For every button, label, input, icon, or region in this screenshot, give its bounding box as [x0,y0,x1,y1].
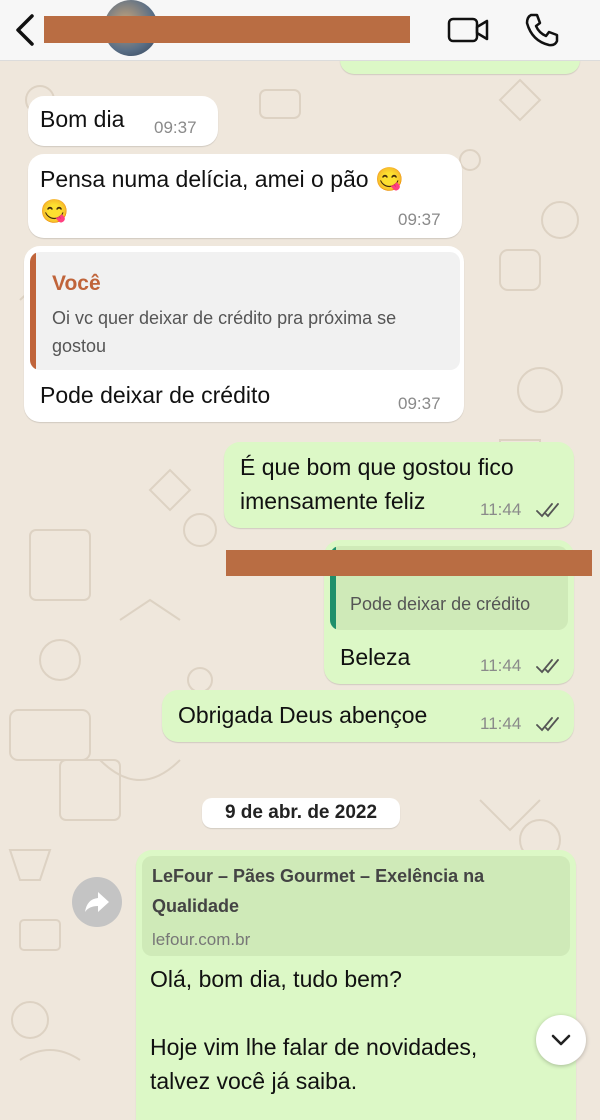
message-text: Pensa numa delícia, amei o pão 😋 [40,166,404,192]
message-time: 11:44 [480,656,522,675]
link-preview-title: Qualidade [152,896,240,916]
scroll-to-bottom-button[interactable] [536,1015,586,1065]
forward-arrow-icon [85,892,109,912]
forward-button[interactable] [72,877,122,927]
message-bubble-incoming-reply[interactable]: Você Oi vc quer deixar de crédito pra pr… [24,246,464,422]
message-time: 11:44 [480,714,522,733]
message-bubble-outgoing[interactable]: Obrigada Deus abençoe 11:44 [162,690,574,742]
message-bubble-outgoing[interactable]: É que bom que gostou fico imensamente fe… [224,442,574,528]
redacted-contact-name [44,16,410,43]
double-check-icon [536,717,559,732]
quote-text: Pode deixar de crédito [350,594,531,614]
chevron-down-icon [551,1034,571,1046]
message-bubble-incoming[interactable]: Bom dia 09:37 [28,96,218,146]
date-divider: 9 de abr. de 2022 [202,798,400,828]
message-text: É que bom que gostou fico [240,454,514,480]
redacted-quote-author [226,550,592,576]
link-preview-title: LeFour – Pães Gourmet – Exelência na [152,866,485,886]
quote-text: gostou [52,336,107,356]
message-time: 09:37 [154,118,197,137]
message-text: Pode deixar de crédito [40,382,271,408]
chat-header [0,0,600,61]
message-bubble-incoming[interactable]: Pensa numa delícia, amei o pão 😋 😋 09:37 [28,154,462,238]
message-time: 11:44 [480,500,522,519]
double-check-icon [536,659,559,674]
message-text: talvez você já saiba. [150,1068,358,1094]
phone-icon[interactable] [522,10,562,50]
double-check-icon [536,503,559,518]
message-bubble-outgoing-link[interactable]: LeFour – Pães Gourmet – Exelência na Qua… [136,850,576,1120]
message-text: Hoje vim lhe falar de novidades, [150,1034,478,1060]
link-preview-domain: lefour.com.br [152,930,251,949]
quote-bar [30,252,36,370]
message-text-emoji: 😋 [40,198,69,224]
quote-author: Você [52,272,101,295]
message-time: 09:37 [398,210,441,229]
chevron-left-icon[interactable] [8,12,44,48]
message-text: Olá, bom dia, tudo bem? [150,966,402,992]
message-text: Obrigada Deus abençoe [178,702,428,728]
message-text: imensamente feliz [240,488,426,514]
video-camera-icon[interactable] [446,12,490,48]
quote-text: Oi vc quer deixar de crédito pra próxima… [52,308,397,328]
quoted-message[interactable]: Você Oi vc quer deixar de crédito pra pr… [30,252,460,370]
link-preview[interactable]: LeFour – Pães Gourmet – Exelência na Qua… [142,856,570,956]
message-text: Bom dia [40,106,125,132]
message-text: Beleza [340,644,411,670]
message-time: 09:37 [398,394,441,413]
